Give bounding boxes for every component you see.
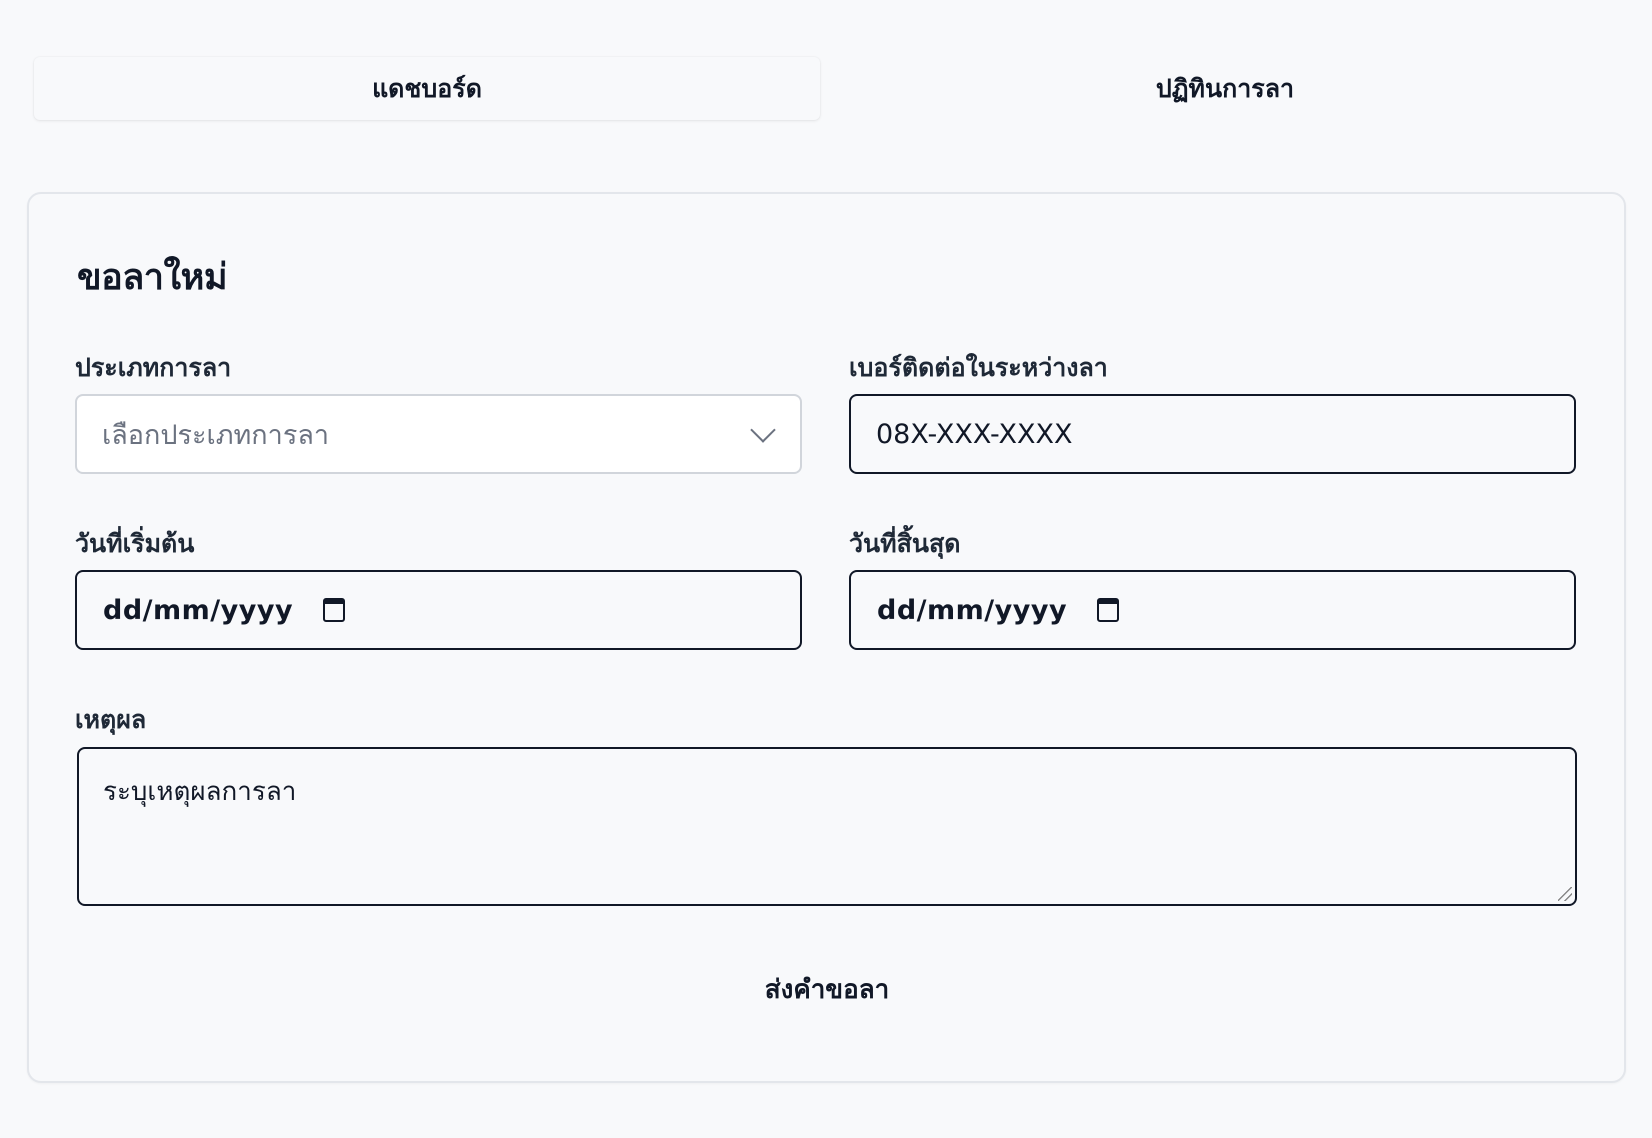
leave-type-select[interactable]: เลือกประเภทการลา bbox=[75, 394, 802, 474]
start-date-input[interactable]: dd/mm/yyyy bbox=[75, 570, 802, 650]
reason-label: เหตุผล bbox=[75, 705, 147, 734]
end-date-label: วันที่สิ้นสุด bbox=[849, 529, 961, 558]
resize-handle-icon[interactable] bbox=[1558, 887, 1572, 901]
reason-placeholder: ระบุเหตุผลการลา bbox=[103, 777, 297, 807]
submit-leave-button[interactable]: ส่งคำขอลา bbox=[77, 949, 1577, 1029]
form-title: ขอลาใหม่ bbox=[77, 257, 228, 298]
tab-leave-calendar[interactable]: ปฏิทินการลา bbox=[832, 57, 1618, 120]
tab-bar: แดชบอร์ด ปฏิทินการลา bbox=[34, 57, 1618, 120]
contact-phone-label: เบอร์ติดต่อในระหว่างลา bbox=[849, 353, 1108, 382]
start-date-placeholder: dd/mm/yyyy bbox=[103, 594, 294, 626]
end-date-input[interactable]: dd/mm/yyyy bbox=[849, 570, 1576, 650]
end-date-placeholder: dd/mm/yyyy bbox=[877, 594, 1068, 626]
chevron-down-icon bbox=[750, 417, 776, 443]
calendar-icon[interactable] bbox=[1097, 598, 1120, 622]
leave-request-card: ขอลาใหม่ ประเภทการลา เลือกประเภทการลา เบ… bbox=[27, 192, 1626, 1083]
contact-phone-placeholder: 08X-XXX-XXXX bbox=[876, 418, 1073, 450]
leave-type-placeholder: เลือกประเภทการลา bbox=[102, 419, 330, 451]
contact-phone-input[interactable]: 08X-XXX-XXXX bbox=[849, 394, 1576, 474]
leave-type-label: ประเภทการลา bbox=[75, 353, 232, 382]
start-date-label: วันที่เริ่มต้น bbox=[75, 529, 195, 558]
reason-textarea[interactable]: ระบุเหตุผลการลา bbox=[77, 747, 1577, 906]
calendar-icon[interactable] bbox=[323, 598, 346, 622]
tab-dashboard[interactable]: แดชบอร์ด bbox=[34, 57, 820, 120]
